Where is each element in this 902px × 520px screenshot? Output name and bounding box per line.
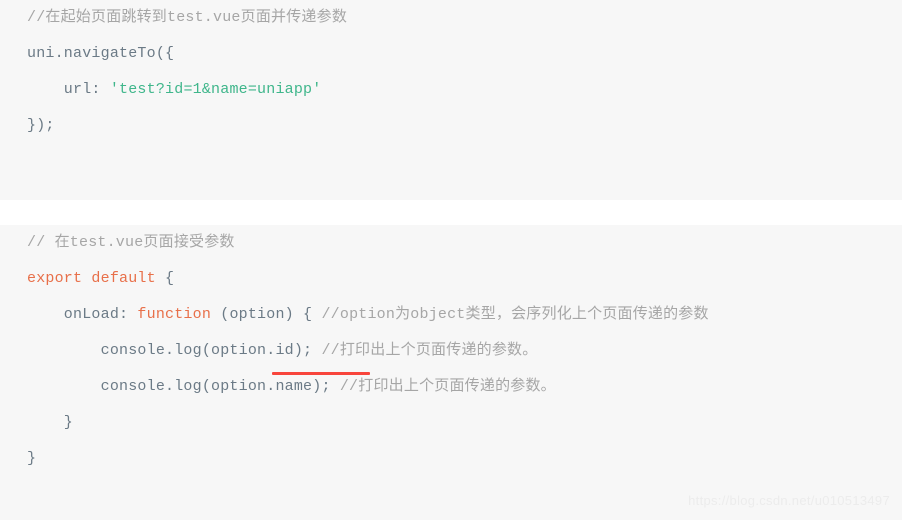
code-token-plain: }	[27, 414, 74, 431]
code-lines-onload: // 在test.vue页面接受参数 export default { onLoa…	[0, 225, 902, 477]
code-token-keyword: export default	[27, 270, 156, 287]
code-line: export default {	[0, 261, 902, 297]
code-token-comment: // 在test.vue页面接受参数	[27, 234, 235, 251]
code-token-comment: //option为object类型，会序列化上个页面传递的参数	[321, 306, 709, 323]
code-token-comment: //打印出上个页面传递的参数。	[339, 378, 556, 395]
code-line: console.log(option.name); //打印出上个页面传递的参数…	[0, 369, 902, 405]
code-lines-navigate-to: //在起始页面跳转到test.vue页面并传递参数 uni.navigateTo(…	[0, 0, 902, 144]
code-line: console.log(option.id); //打印出上个页面传递的参数。	[0, 333, 902, 369]
code-screenshot-page: //在起始页面跳转到test.vue页面并传递参数 uni.navigateTo(…	[0, 0, 902, 520]
code-line: }	[0, 441, 902, 477]
code-token-keyword: function	[137, 306, 212, 323]
code-line: });	[0, 108, 902, 144]
code-token-plain: });	[27, 117, 55, 134]
code-block-navigate-to: //在起始页面跳转到test.vue页面并传递参数 uni.navigateTo(…	[0, 0, 902, 200]
code-block-onload: // 在test.vue页面接受参数 export default { onLoa…	[0, 225, 902, 520]
code-line: uni.navigateTo({	[0, 36, 902, 72]
option-red-underline-marker	[272, 372, 370, 375]
code-line: url: 'test?id=1&name=uniapp'	[0, 72, 902, 108]
code-line: // 在test.vue页面接受参数	[0, 225, 902, 261]
code-token-comment: //在起始页面跳转到test.vue页面并传递参数	[27, 9, 348, 26]
code-line: onLoad: function (option) { //option为obj…	[0, 297, 902, 333]
code-token-plain: }	[27, 450, 37, 467]
code-token-plain: console.log(option.id);	[27, 342, 322, 359]
code-token-string: 'test?id=1&name=uniapp'	[109, 81, 322, 98]
code-token-comment: //打印出上个页面传递的参数。	[321, 342, 538, 359]
code-line: }	[0, 405, 902, 441]
code-token-plain: (option) {	[211, 306, 322, 323]
watermark-url: https://blog.csdn.net/u010513497	[688, 493, 890, 508]
code-line: //在起始页面跳转到test.vue页面并传递参数	[0, 0, 902, 36]
code-token-plain: console.log(option.name);	[27, 378, 340, 395]
code-token-plain: onLoad:	[27, 306, 138, 323]
code-token-plain: uni.navigateTo({	[27, 45, 175, 62]
code-token-plain: url:	[27, 81, 110, 98]
code-token-plain: {	[155, 270, 175, 287]
